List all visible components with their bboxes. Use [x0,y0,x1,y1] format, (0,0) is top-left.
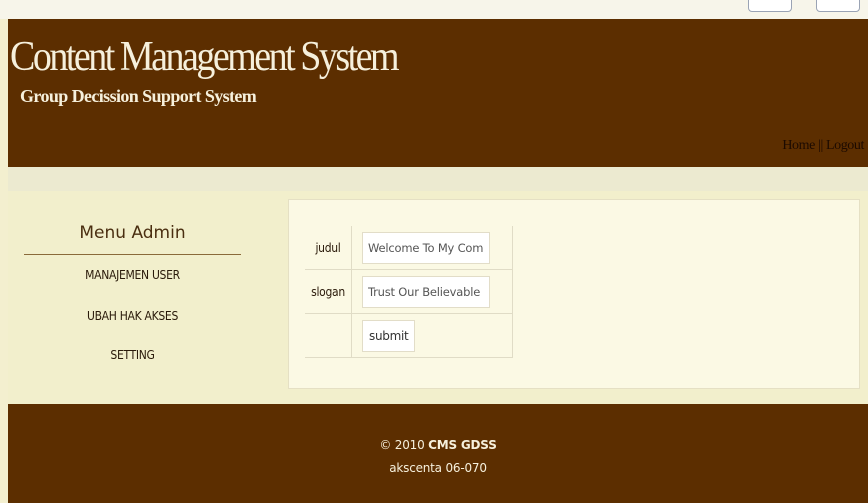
main-area-top-band [8,167,868,191]
menu-item-manajemen-user[interactable]: MANAJEMEN USER [24,255,241,294]
judul-input[interactable] [362,231,490,264]
menu-item-ubah-hak-akses[interactable]: UBAH HAK AKSES [24,294,241,333]
browser-top-strip [0,0,868,19]
footer-brand: CMS GDSS [428,438,497,452]
top-nav: Home || Logout [782,138,864,154]
nav-separator: || [814,138,826,153]
footer-copyright: © 2010 CMS GDSS [8,438,868,452]
settings-form: judul slogan submit [305,226,513,358]
judul-cell [351,226,513,270]
browser-button[interactable] [816,0,860,12]
copyright-text: © 2010 [379,438,429,452]
site-footer: © 2010 CMS GDSS akscenta 06-070 [8,404,868,503]
footer-credit: akscenta 06-070 [389,461,487,475]
empty-label-cell [305,313,352,358]
site-subtitle: Group Decission Support System [20,86,257,106]
slogan-input[interactable] [362,275,490,308]
logout-link[interactable]: Logout [826,138,864,153]
submit-cell: submit [351,313,513,358]
content-panel: judul slogan submit [288,199,860,389]
browser-button[interactable] [748,0,792,12]
site-title: Content Management System [10,33,400,81]
form-row-submit: submit [305,313,513,358]
judul-label: judul [305,226,352,270]
form-row-judul: judul [305,226,513,270]
submit-button[interactable]: submit [362,319,416,352]
admin-sidebar: Menu Admin MANAJEMEN USER UBAH HAK AKSES… [24,222,241,372]
menu-title: Menu Admin [79,223,186,243]
menu-item-setting[interactable]: SETTING [24,333,241,372]
slogan-label: slogan [305,269,352,314]
form-row-slogan: slogan [305,269,513,314]
home-link[interactable]: Home [782,138,815,153]
slogan-cell [351,269,513,314]
